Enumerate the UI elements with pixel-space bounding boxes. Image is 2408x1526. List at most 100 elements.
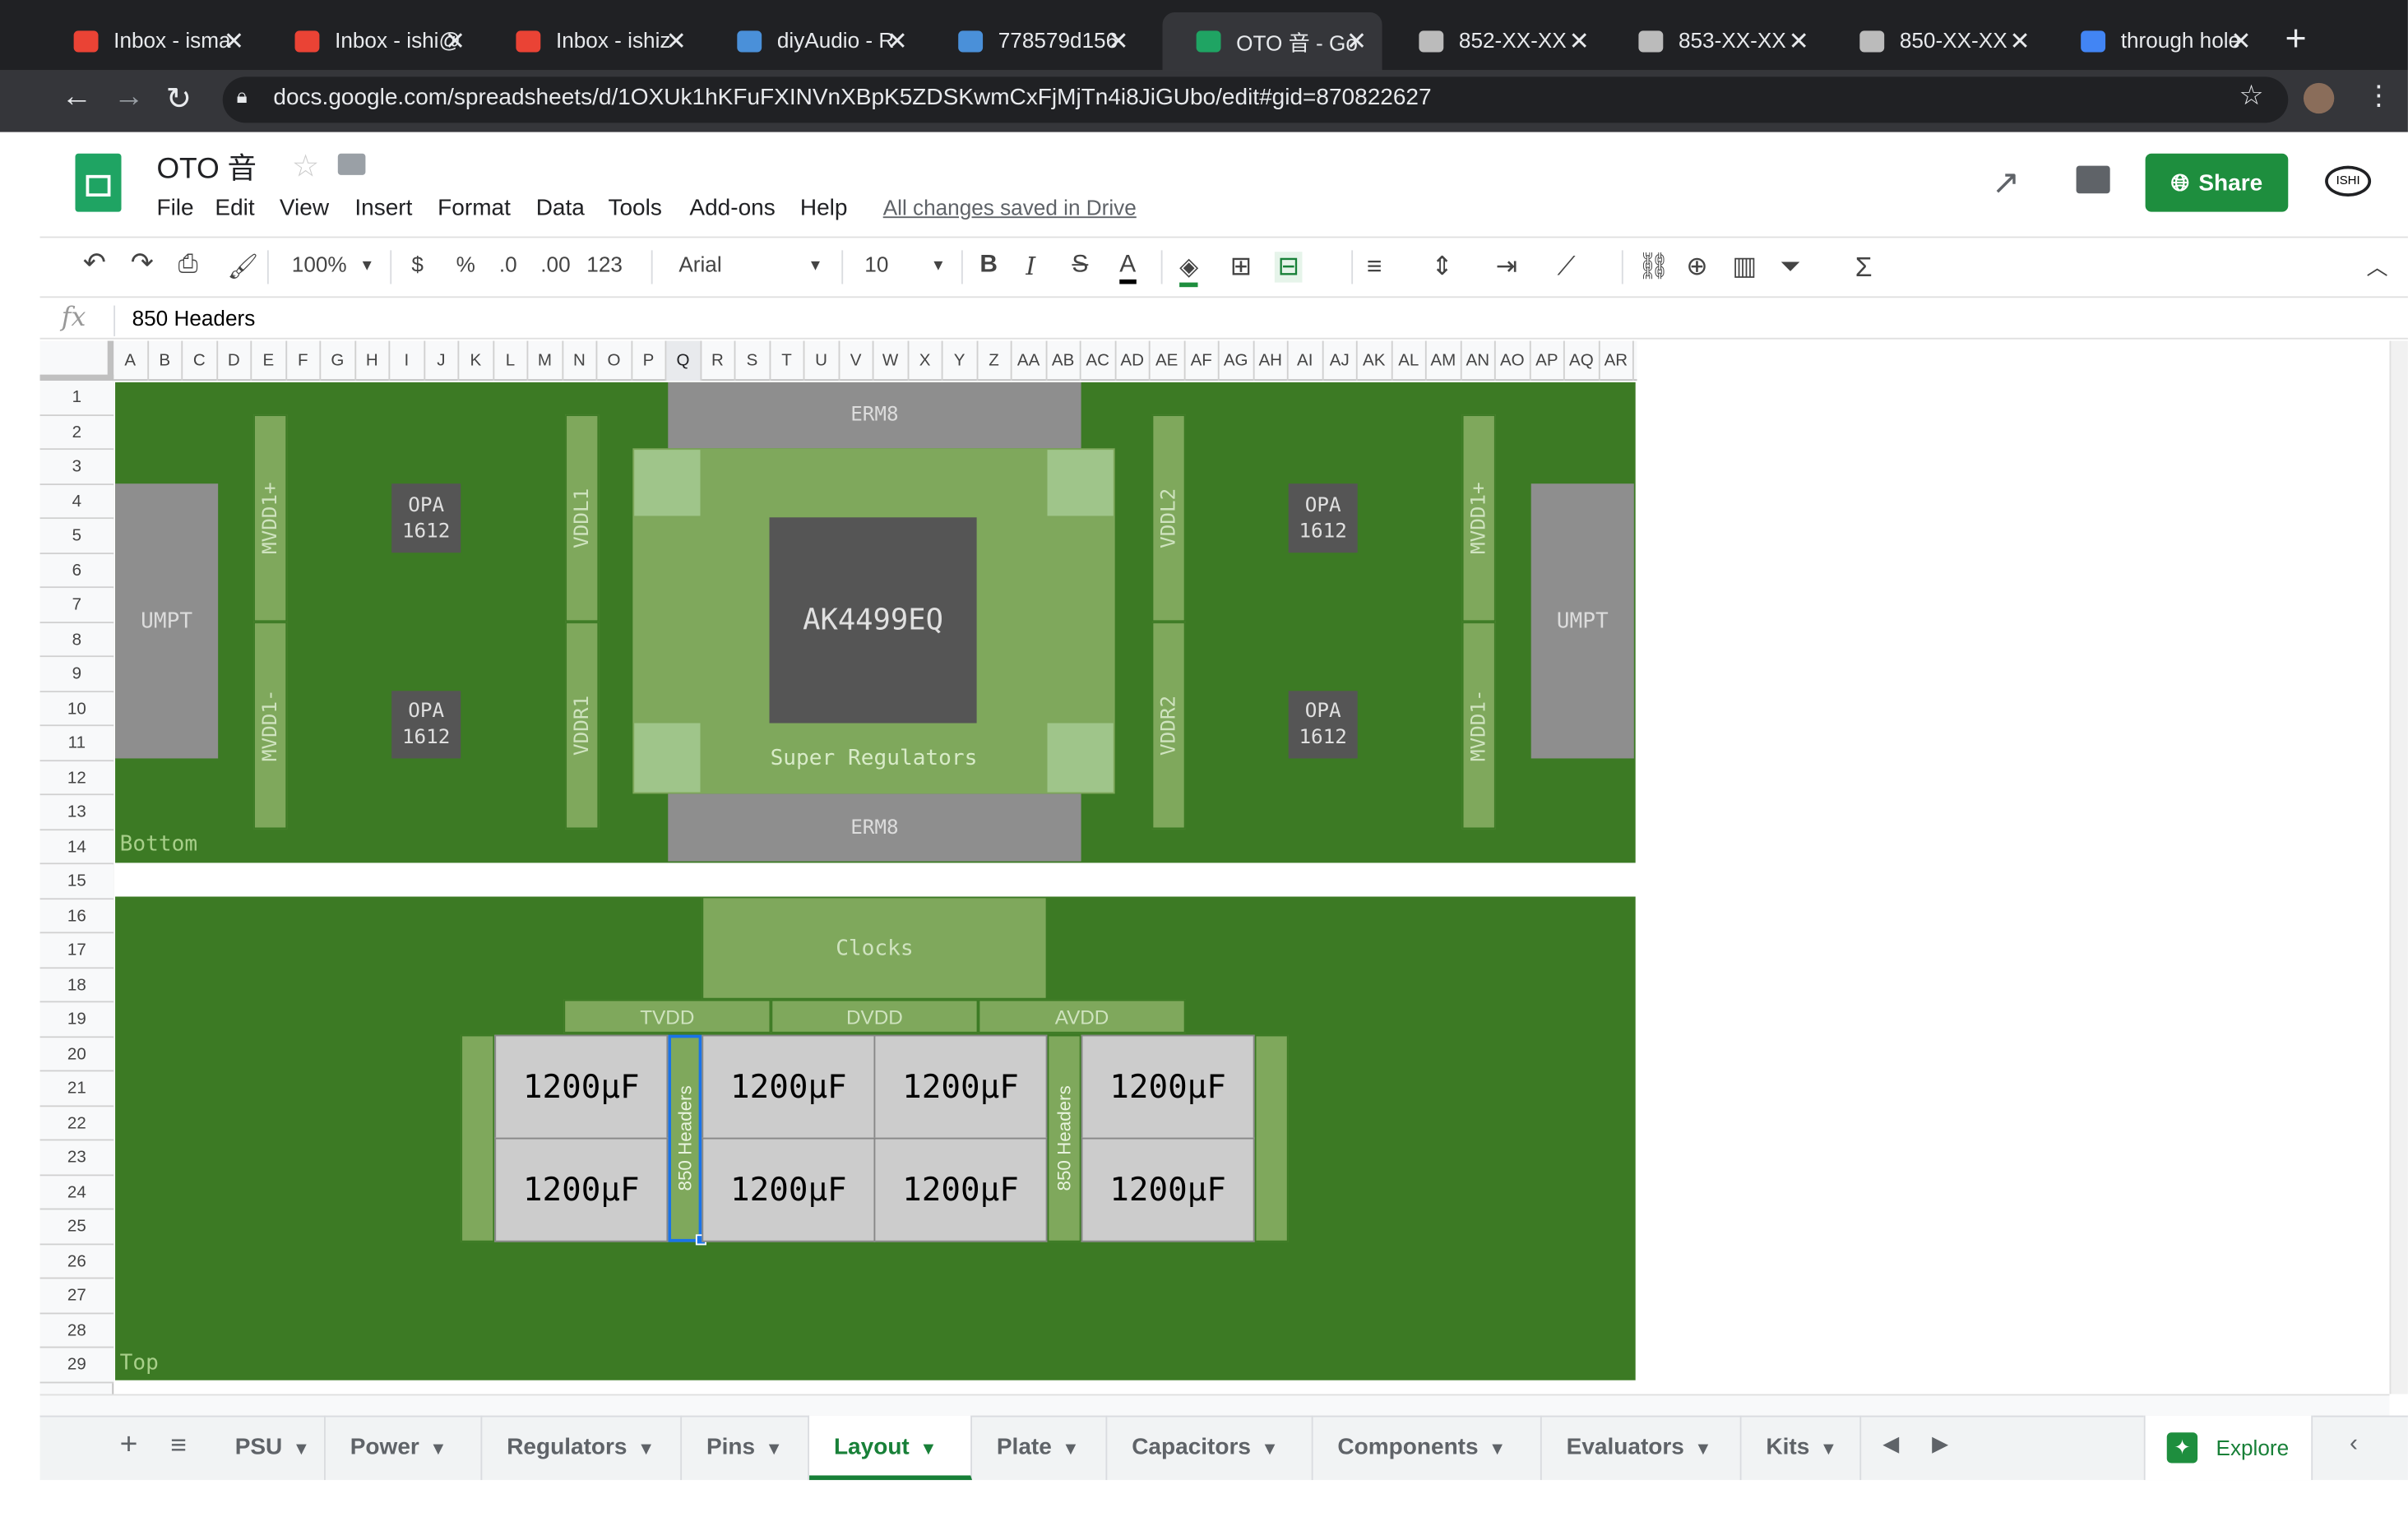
row-header[interactable]: 23 [39, 1140, 114, 1176]
strikethrough-icon[interactable]: S [1072, 252, 1088, 280]
browser-tab[interactable]: diyAudio - R ✕ [703, 12, 923, 71]
account-logo[interactable]: ISHI [2325, 165, 2372, 197]
more-formats-button[interactable]: 123 [586, 252, 623, 276]
row-header[interactable]: 21 [39, 1071, 114, 1107]
add-sheet-icon[interactable]: + [120, 1428, 138, 1464]
row-header[interactable]: 28 [39, 1313, 114, 1348]
side-panel-toggle-icon[interactable]: ‹ [2350, 1431, 2358, 1459]
percent-button[interactable]: % [456, 252, 475, 276]
row-header[interactable]: 2 [39, 415, 114, 451]
comments-icon[interactable] [2076, 165, 2110, 194]
close-tab-icon[interactable]: ✕ [1346, 26, 1367, 57]
mvdd1-plus-right-block[interactable]: MVDD1+ [1461, 414, 1496, 622]
sheet-tab-evaluators[interactable]: Evaluators ▾ [1542, 1415, 1742, 1481]
row-header[interactable]: 20 [39, 1037, 114, 1072]
print-icon[interactable]: ⎙ [178, 252, 198, 280]
column-header[interactable]: W [873, 340, 909, 382]
scroll-left-icon[interactable]: ◀ [1882, 1431, 1899, 1457]
new-tab-button[interactable]: + [2285, 18, 2307, 61]
undo-icon[interactable]: ↶ [83, 247, 106, 280]
vddl2-block[interactable]: VDDL2 [1151, 414, 1186, 622]
capacitor-1200uf[interactable]: 1200µF [494, 1034, 669, 1140]
menu-tools[interactable]: Tools [608, 195, 661, 221]
mvdd1-minus-right-block[interactable]: MVDD1- [1461, 622, 1496, 830]
column-header[interactable]: Y [943, 340, 978, 382]
menu-help[interactable]: Help [800, 195, 848, 221]
column-header[interactable]: A [113, 340, 149, 382]
horizontal-scrollbar[interactable] [39, 1394, 2390, 1416]
row-header[interactable]: 19 [39, 1002, 114, 1038]
row-header[interactable]: 5 [39, 519, 114, 554]
spreadsheet-grid[interactable]: A B C D E F G H I J K L M N O P Q R S T U V W X Y Z AA AB AC AD AE AF AG… [39, 340, 2390, 1394]
column-header[interactable]: AB [1047, 340, 1081, 382]
close-tab-icon[interactable]: ✕ [887, 26, 908, 57]
umpt-left-block[interactable]: UMPT [115, 483, 219, 759]
menu-view[interactable]: View [280, 195, 329, 221]
all-sheets-icon[interactable]: ≡ [170, 1429, 187, 1461]
row-header[interactable]: 18 [39, 968, 114, 1003]
capacitor-1200uf[interactable]: 1200µF [873, 1137, 1048, 1242]
menu-insert[interactable]: Insert [354, 195, 412, 221]
redo-icon[interactable]: ↷ [131, 247, 154, 280]
column-header[interactable]: Z [978, 340, 1012, 382]
column-header[interactable]: K [459, 340, 494, 382]
column-header[interactable]: AP [1530, 340, 1565, 382]
row-header[interactable]: 14 [39, 830, 114, 865]
capacitor-1200uf[interactable]: 1200µF [702, 1034, 876, 1140]
vddr1-block[interactable]: VDDR1 [565, 622, 600, 830]
850-headers-block[interactable]: 850 Headers [1047, 1034, 1081, 1242]
bookmark-star-icon[interactable]: ☆ [2239, 80, 2264, 112]
sheet-tab-kits[interactable]: Kits ▾ [1742, 1415, 1862, 1481]
text-wrapping-icon[interactable]: ⇥ [1496, 252, 1518, 282]
text-rotation-icon[interactable]: ⟋ [1557, 252, 1575, 282]
close-tab-icon[interactable]: ✕ [2010, 26, 2031, 57]
row-header[interactable]: 24 [39, 1175, 114, 1210]
close-tab-icon[interactable]: ✕ [1789, 26, 1809, 57]
browser-tab[interactable]: Inbox - ishiz ✕ [482, 12, 702, 71]
column-header[interactable]: C [183, 340, 218, 382]
sheet-tab-regulators[interactable]: Regulators ▾ [482, 1415, 683, 1481]
column-header[interactable]: M [528, 340, 563, 382]
save-status[interactable]: All changes saved in Drive [883, 195, 1137, 220]
column-header[interactable]: I [390, 340, 425, 382]
chrome-menu-icon[interactable]: ⋮ [2365, 80, 2393, 112]
column-header[interactable]: L [493, 340, 529, 382]
vertical-align-icon[interactable]: ⇕ [1431, 252, 1453, 282]
column-header[interactable]: V [839, 340, 874, 382]
sheet-tab-components[interactable]: Components ▾ [1313, 1415, 1542, 1481]
row-header[interactable]: 6 [39, 553, 114, 589]
vddr2-block[interactable]: VDDR2 [1151, 622, 1186, 830]
column-header[interactable]: AC [1081, 340, 1116, 382]
umpt-right-block[interactable]: UMPT [1530, 483, 1634, 759]
menu-format[interactable]: Format [438, 195, 511, 221]
opa1612-top-right[interactable]: OPA 1612 [1288, 483, 1358, 553]
font-size-select[interactable]: 10 [864, 252, 888, 276]
row-header[interactable]: 3 [39, 450, 114, 485]
mvdd1-minus-left-block[interactable]: MVDD1- [253, 622, 288, 830]
borders-icon[interactable]: ⊞ [1230, 252, 1253, 282]
profile-avatar[interactable] [2303, 82, 2335, 114]
row-header[interactable]: 22 [39, 1106, 114, 1141]
opa1612-bottom-right[interactable]: OPA 1612 [1288, 691, 1358, 759]
capacitor-1200uf[interactable]: 1200µF [1081, 1034, 1255, 1140]
browser-tab[interactable]: 778579d156 ✕ [924, 12, 1144, 71]
column-header[interactable]: AG [1220, 340, 1254, 382]
vddl1-block[interactable]: VDDL1 [565, 414, 600, 622]
column-header[interactable]: R [701, 340, 736, 382]
sheets-logo[interactable] [75, 153, 122, 212]
share-button[interactable]: 🌐︎ Share [2145, 153, 2289, 212]
increase-decimal-button[interactable]: .00 [540, 252, 570, 276]
row-header[interactable]: 7 [39, 588, 114, 623]
row-header[interactable]: 27 [39, 1279, 114, 1314]
bold-icon[interactable]: B [979, 252, 998, 280]
row-header[interactable]: 15 [39, 864, 114, 899]
column-header[interactable]: AN [1461, 340, 1496, 382]
browser-tab[interactable]: 853-XX-XX ✕ [1605, 12, 1824, 71]
sheet-tab-power[interactable]: Power ▾ [326, 1415, 483, 1481]
erm8-top-block[interactable]: ERM8 [668, 382, 1081, 449]
close-tab-icon[interactable]: ✕ [2230, 26, 2251, 57]
capacitor-1200uf[interactable]: 1200µF [1081, 1137, 1255, 1242]
browser-tab[interactable]: Inbox - isma ✕ [40, 12, 260, 71]
insert-comment-icon[interactable]: ⊕ [1686, 252, 1708, 282]
850-headers-selected-cell[interactable]: 850 Headers [668, 1034, 702, 1242]
